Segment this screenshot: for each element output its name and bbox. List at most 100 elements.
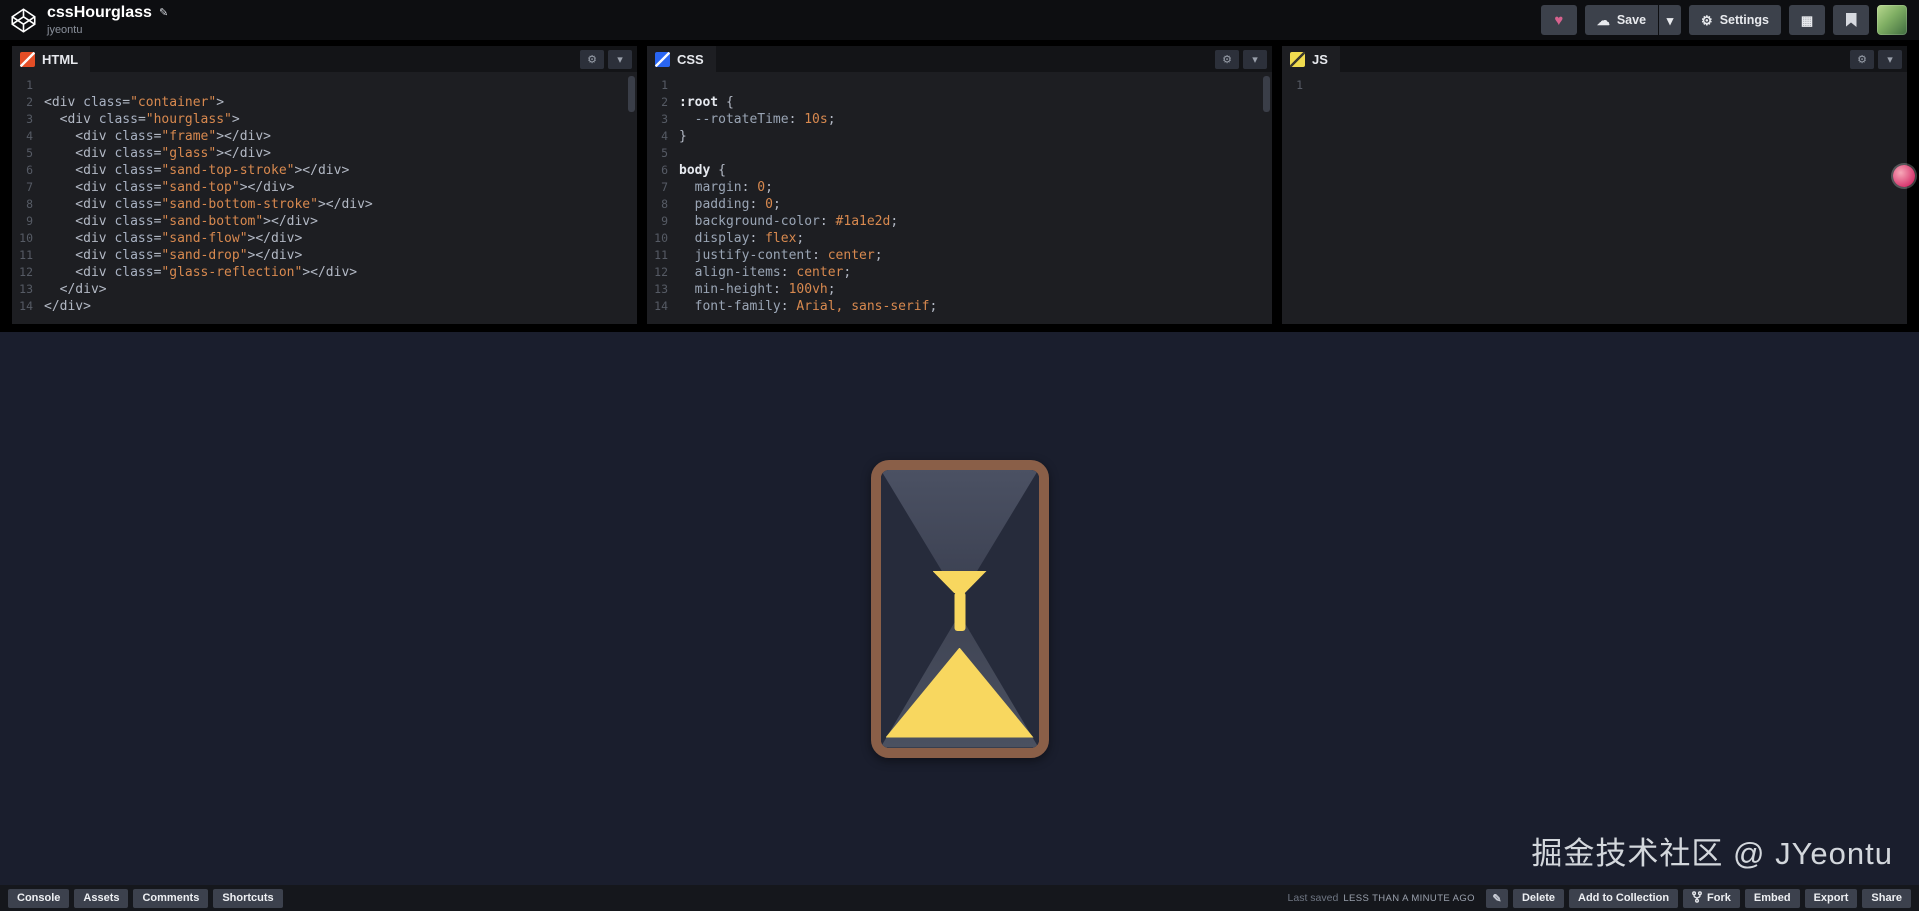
- settings-button[interactable]: ⚙ Settings: [1689, 5, 1781, 35]
- code-line[interactable]: 7 <div class="sand-top"></div>: [12, 179, 637, 196]
- code-line[interactable]: 12 align-items: center;: [647, 264, 1272, 281]
- line-number: 9: [26, 214, 33, 228]
- html-collapse-button[interactable]: ▾: [608, 49, 632, 69]
- edit-title-icon[interactable]: ✎: [159, 7, 168, 19]
- code-line[interactable]: 5: [647, 145, 1272, 162]
- chevron-down-icon: ▾: [617, 53, 623, 66]
- code-text: :root {: [679, 95, 734, 110]
- code-line[interactable]: 6 body {: [647, 162, 1272, 179]
- like-button[interactable]: ♥: [1540, 5, 1577, 35]
- js-settings-button[interactable]: ⚙: [1850, 49, 1874, 69]
- js-panel-tab[interactable]: JS: [1282, 46, 1340, 72]
- code-line[interactable]: 3 <div class="hourglass">: [12, 111, 637, 128]
- js-editor-panel: JS ⚙ ▾ 1: [1282, 46, 1907, 324]
- line-number: 7: [26, 180, 33, 194]
- bookmark-icon: [1845, 13, 1857, 27]
- code-line[interactable]: 9 background-color: #1a1e2d;: [647, 213, 1272, 230]
- code-text: margin: 0;: [694, 180, 773, 195]
- code-line[interactable]: 2:root {: [647, 94, 1272, 111]
- embed-button[interactable]: Embed: [1744, 888, 1800, 908]
- line-number: 3: [661, 112, 668, 126]
- line-number: 12: [19, 265, 33, 279]
- top-header: cssHourglass ✎ jyeontu ♥ ☁ Save ▾ ⚙ Sett…: [0, 0, 1919, 40]
- code-line[interactable]: 1: [647, 77, 1272, 94]
- line-number: 6: [26, 163, 33, 177]
- assets-button[interactable]: Assets: [74, 888, 129, 908]
- html-editor-scrollbar[interactable]: [628, 76, 635, 112]
- code-line[interactable]: 12 <div class="glass-reflection"></div>: [12, 264, 637, 281]
- line-number: 13: [654, 282, 668, 296]
- avatar[interactable]: [1877, 5, 1907, 35]
- code-line[interactable]: 4}: [647, 128, 1272, 145]
- code-line[interactable]: 13 min-height: 100vh;: [647, 281, 1272, 298]
- css-editor-scrollbar[interactable]: [1263, 76, 1270, 112]
- pin-button[interactable]: [1833, 5, 1869, 35]
- code-line[interactable]: 5 <div class="glass"></div>: [12, 145, 637, 162]
- js-collapse-button[interactable]: ▾: [1878, 49, 1902, 69]
- code-line[interactable]: 8 <div class="sand-bottom-stroke"></div>: [12, 196, 637, 213]
- code-text: }: [679, 129, 687, 144]
- fork-button[interactable]: Fork: [1683, 888, 1740, 908]
- edit-mode-button[interactable]: ✎: [1485, 888, 1508, 908]
- codepen-logo-icon[interactable]: [10, 7, 37, 34]
- code-line[interactable]: 7 margin: 0;: [647, 179, 1272, 196]
- code-line[interactable]: 11 <div class="sand-drop"></div>: [12, 247, 637, 264]
- code-text: font-family: Arial, sans-serif;: [694, 299, 938, 314]
- css-settings-button[interactable]: ⚙: [1215, 49, 1239, 69]
- code-text: align-items: center;: [694, 265, 852, 280]
- code-line[interactable]: 13 </div>: [12, 281, 637, 298]
- last-saved-status: Last saved LESS THAN A MINUTE AGO: [1288, 892, 1475, 904]
- sand-neck: [954, 591, 965, 631]
- save-dropdown-button[interactable]: ▾: [1659, 5, 1682, 35]
- code-line[interactable]: 8 padding: 0;: [647, 196, 1272, 213]
- html-code-editor[interactable]: 1 2 <div class="container"> 3 <div class="h…: [12, 72, 637, 324]
- floating-widget[interactable]: [1893, 165, 1915, 187]
- code-text: padding: 0;: [694, 197, 781, 212]
- code-line[interactable]: 10 display: flex;: [647, 230, 1272, 247]
- share-button[interactable]: Share: [1862, 888, 1911, 908]
- comments-button[interactable]: Comments: [133, 888, 209, 908]
- line-number: 8: [26, 197, 33, 211]
- html-settings-button[interactable]: ⚙: [580, 49, 604, 69]
- code-text: justify-content: center;: [694, 248, 883, 263]
- line-number: 6: [661, 163, 668, 177]
- saved-prefix: Last saved: [1287, 892, 1339, 904]
- change-view-button[interactable]: ▦: [1789, 5, 1825, 35]
- code-text: <div class="sand-bottom-stroke"></div>: [44, 197, 373, 212]
- fork-icon: [1692, 890, 1702, 906]
- code-line[interactable]: 1: [12, 77, 637, 94]
- code-text: <div class="sand-top-stroke"></div>: [44, 163, 350, 178]
- code-line[interactable]: 6 <div class="sand-top-stroke"></div>: [12, 162, 637, 179]
- console-button[interactable]: Console: [8, 888, 70, 908]
- pen-author[interactable]: jyeontu: [47, 24, 168, 36]
- watermark-text: 掘金技术社区 @ JYeontu: [1531, 836, 1893, 871]
- code-line[interactable]: 3 --rotateTime: 10s;: [647, 111, 1272, 128]
- code-text: <div class="container">: [44, 95, 225, 110]
- delete-button[interactable]: Delete: [1512, 888, 1564, 908]
- css-collapse-button[interactable]: ▾: [1243, 49, 1267, 69]
- code-line[interactable]: 4 <div class="frame"></div>: [12, 128, 637, 145]
- line-number: 14: [654, 299, 668, 313]
- code-line[interactable]: 1: [1282, 77, 1907, 94]
- html-panel-header: HTML ⚙ ▾: [12, 46, 637, 72]
- css-code-editor[interactable]: 1 2:root {3 --rotateTime: 10s; 4} 5 6 body {7…: [647, 72, 1272, 324]
- css-panel-tab[interactable]: CSS: [647, 46, 716, 72]
- code-line[interactable]: 2 <div class="container">: [12, 94, 637, 111]
- html-panel-tab[interactable]: HTML: [12, 46, 91, 72]
- preview-pane: 掘金技术社区 @ JYeontu: [0, 332, 1919, 885]
- add-to-collection-button[interactable]: Add to Collection: [1569, 888, 1679, 908]
- code-line[interactable]: 14 font-family: Arial, sans-serif;: [647, 298, 1272, 315]
- export-button[interactable]: Export: [1804, 888, 1858, 908]
- save-button[interactable]: ☁ Save: [1584, 5, 1659, 35]
- js-panel-header: JS ⚙ ▾: [1282, 46, 1907, 72]
- code-line[interactable]: 14 </div>: [12, 298, 637, 315]
- gear-icon: ⚙: [1222, 53, 1232, 66]
- code-line[interactable]: 11 justify-content: center;: [647, 247, 1272, 264]
- code-line[interactable]: 9 <div class="sand-bottom"></div>: [12, 213, 637, 230]
- line-number: 12: [654, 265, 668, 279]
- js-code-editor[interactable]: 1: [1282, 72, 1907, 324]
- line-number: 2: [26, 95, 33, 109]
- code-line[interactable]: 10 <div class="sand-flow"></div>: [12, 230, 637, 247]
- shortcuts-button[interactable]: Shortcuts: [213, 888, 283, 908]
- footer-bar: Console Assets Comments Shortcuts Last s…: [0, 885, 1919, 911]
